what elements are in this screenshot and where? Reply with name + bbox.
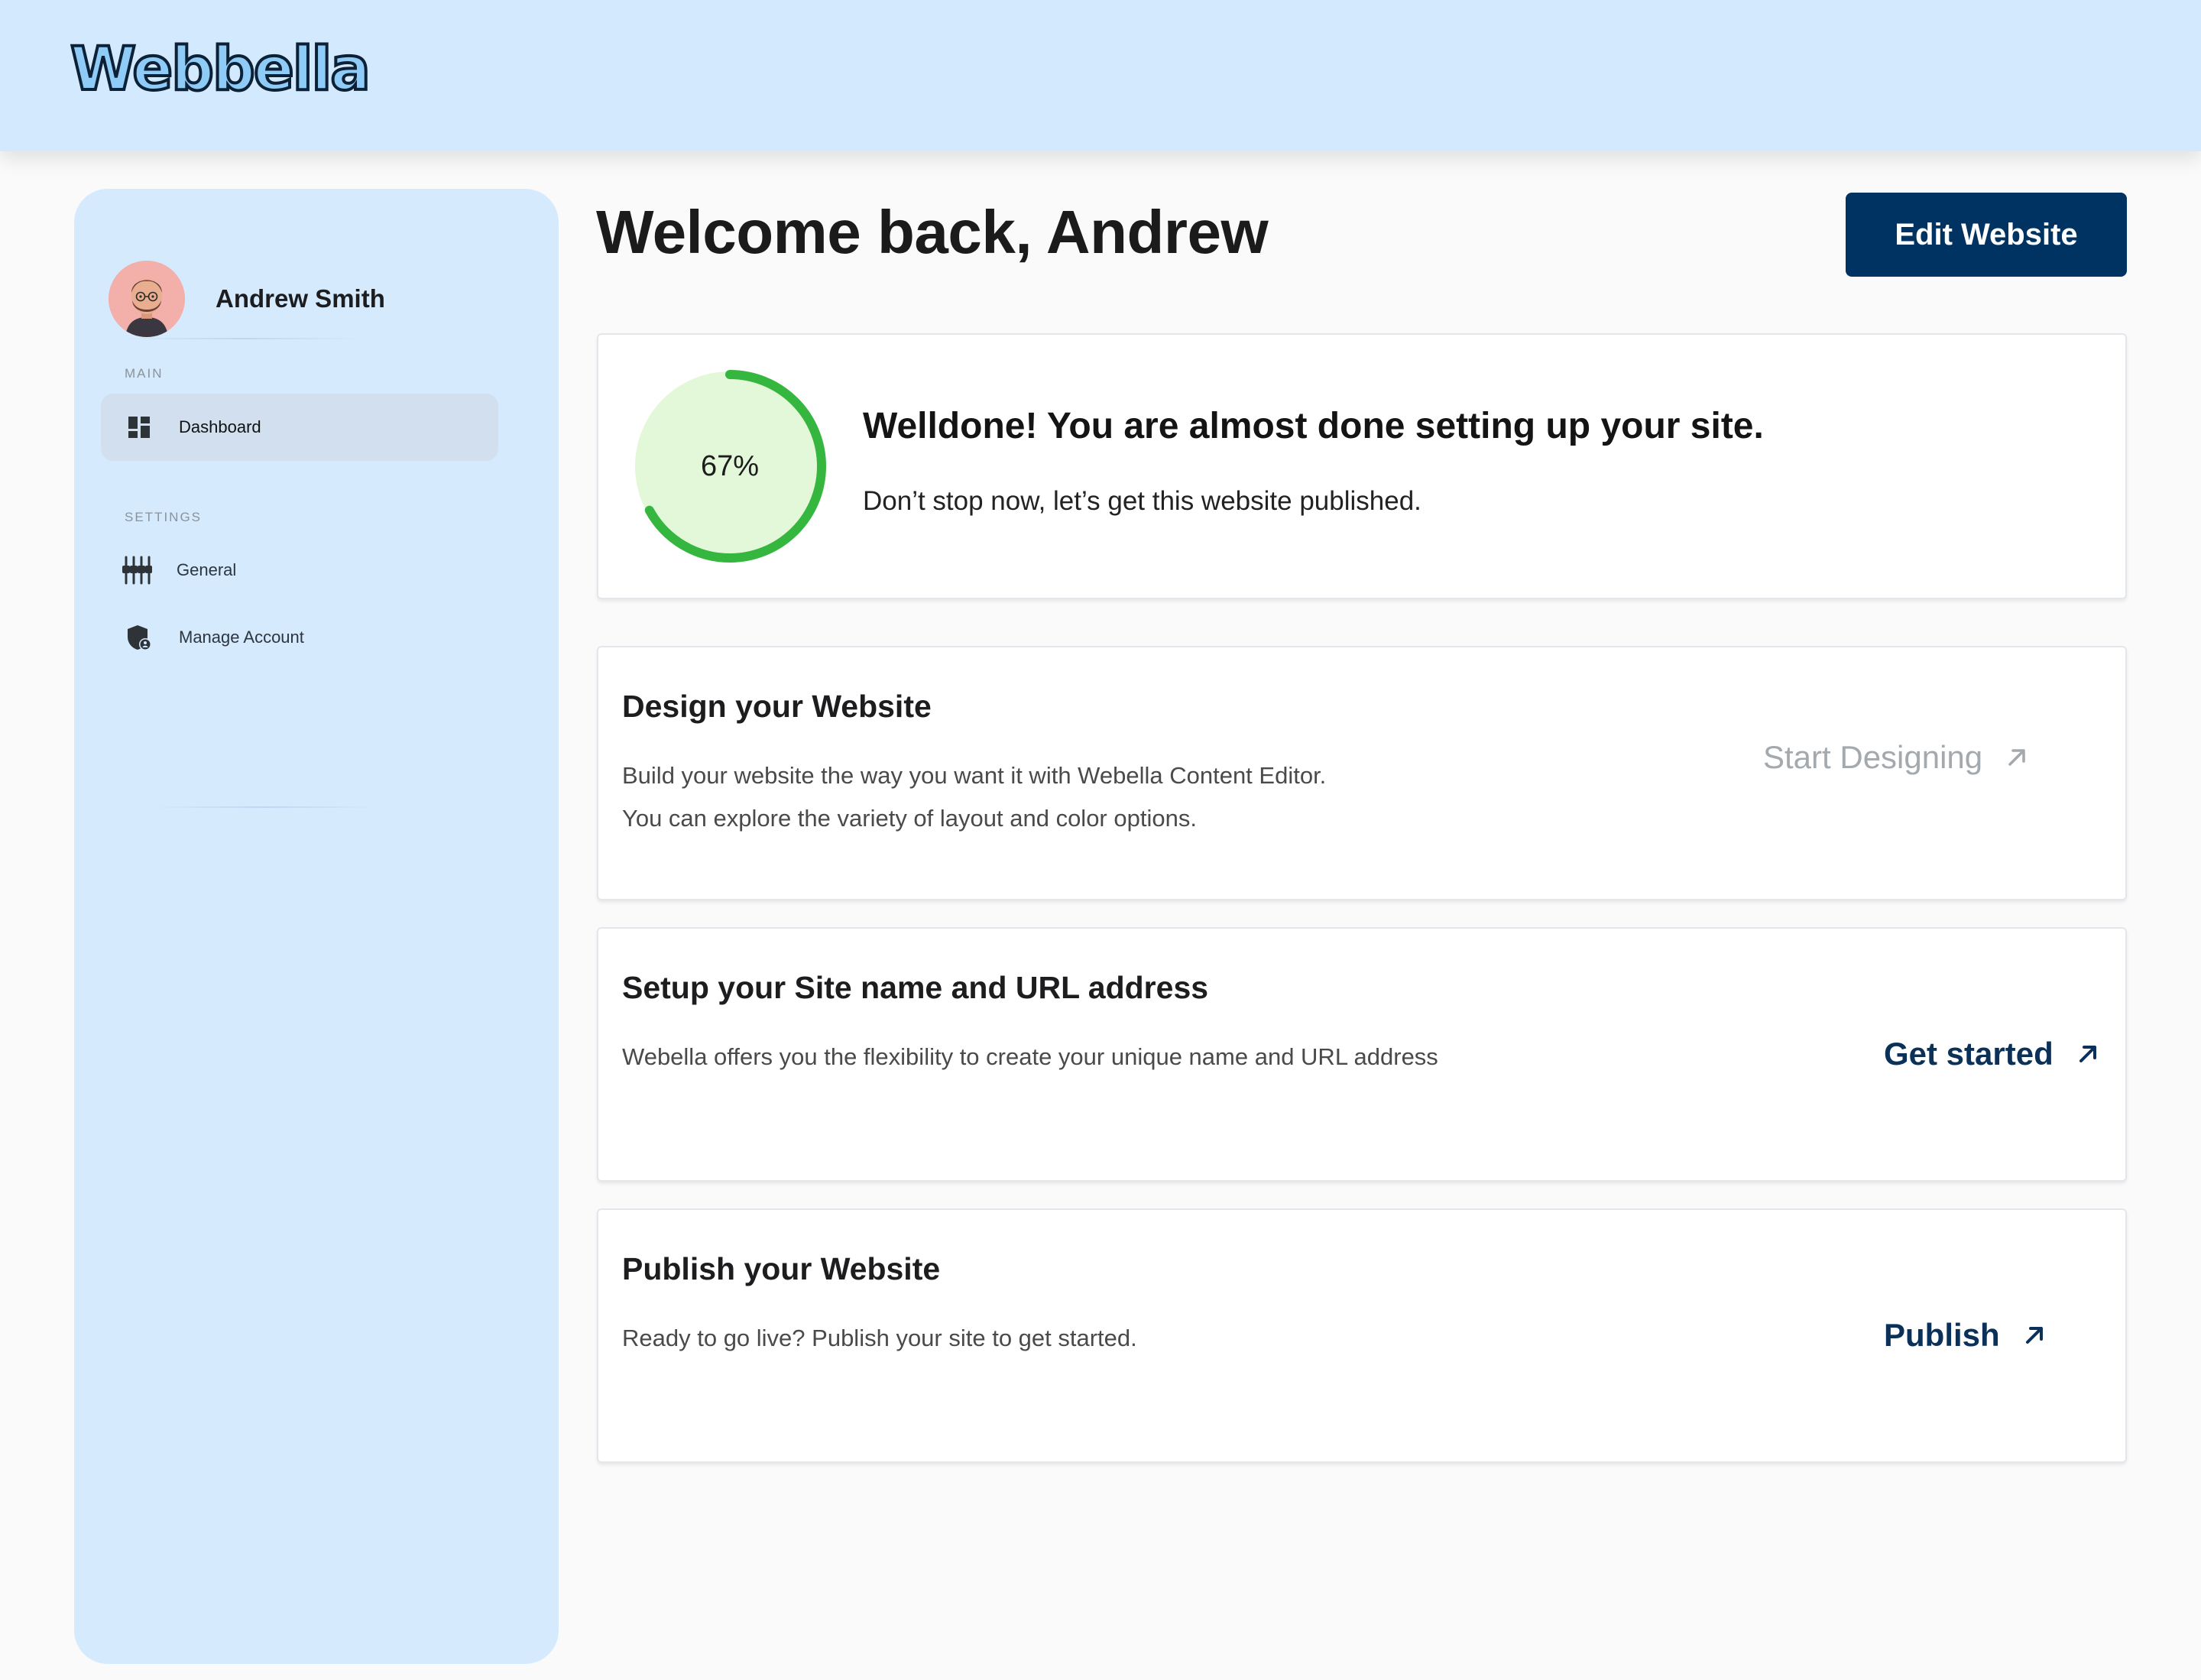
divider	[120, 338, 365, 339]
sidebar-item-dashboard[interactable]: Dashboard	[101, 394, 498, 461]
sidebar-item-manage-account[interactable]: Manage Account	[101, 604, 498, 671]
divider	[151, 806, 380, 808]
progress-ring: 67%	[632, 368, 828, 564]
section-label-main: MAIN	[125, 366, 164, 381]
progress-subtitle: Don’t stop now, let’s get this website p…	[863, 486, 1421, 516]
start-designing-link[interactable]: Start Designing	[1763, 739, 2030, 776]
link-label: Start Designing	[1763, 739, 1983, 775]
task-card-site-name: Setup your Site name and URL address Web…	[597, 927, 2127, 1182]
link-label: Get started	[1884, 1036, 2054, 1072]
task-description: Build your website the way you want it w…	[622, 754, 1326, 840]
task-title: Publish your Website	[622, 1251, 941, 1286]
task-description-line: You can explore the variety of layout an…	[622, 805, 1197, 832]
sidebar-item-general[interactable]: General	[99, 537, 496, 604]
task-description: Ready to go live? Publish your site to g…	[622, 1317, 1137, 1360]
task-title: Setup your Site name and URL address	[622, 970, 1209, 1005]
shield-user-icon	[124, 622, 154, 653]
brand-logo[interactable]: Webbella	[69, 34, 372, 105]
publish-link[interactable]: Publish	[1884, 1317, 2047, 1354]
task-title: Design your Website	[622, 689, 932, 724]
user-name: Andrew Smith	[216, 284, 385, 313]
page-title: Welcome back, Andrew	[596, 198, 1269, 266]
progress-percent: 67%	[700, 449, 760, 482]
arrow-up-right-icon	[2004, 744, 2030, 770]
task-card-design: Design your Website Build your website t…	[597, 646, 2127, 900]
sidebar-item-label: Manage Account	[179, 628, 304, 647]
progress-card: 67% Welldone! You are almost done settin…	[597, 333, 2127, 599]
sidebar: Andrew Smith MAIN Dashboard SETTINGS Gen…	[74, 189, 559, 1664]
link-label: Publish	[1884, 1317, 2000, 1353]
top-bar: Webbella	[0, 0, 2201, 151]
progress-title: Welldone! You are almost done setting up…	[863, 406, 1764, 446]
task-description-line: Build your website the way you want it w…	[622, 762, 1327, 789]
section-label-settings: SETTINGS	[125, 510, 203, 524]
edit-website-button[interactable]: Edit Website	[1846, 193, 2127, 277]
arrow-up-right-icon	[2075, 1041, 2101, 1067]
task-card-publish: Publish your Website Ready to go live? P…	[597, 1208, 2127, 1463]
task-description: Webella offers you the flexibility to cr…	[622, 1036, 1438, 1078]
avatar-illustration-icon	[109, 261, 185, 337]
get-started-link[interactable]: Get started	[1884, 1036, 2101, 1072]
task-description-line: Ready to go live? Publish your site to g…	[622, 1325, 1137, 1351]
arrow-up-right-icon	[2021, 1322, 2047, 1348]
avatar[interactable]	[109, 261, 185, 337]
task-description-line: Webella offers you the flexibility to cr…	[622, 1043, 1438, 1070]
sliders-icon	[122, 555, 152, 585]
dashboard-icon	[124, 412, 154, 443]
sidebar-item-label: Dashboard	[179, 417, 261, 436]
user-profile[interactable]: Andrew Smith	[109, 261, 385, 337]
sidebar-item-label: General	[177, 560, 237, 579]
